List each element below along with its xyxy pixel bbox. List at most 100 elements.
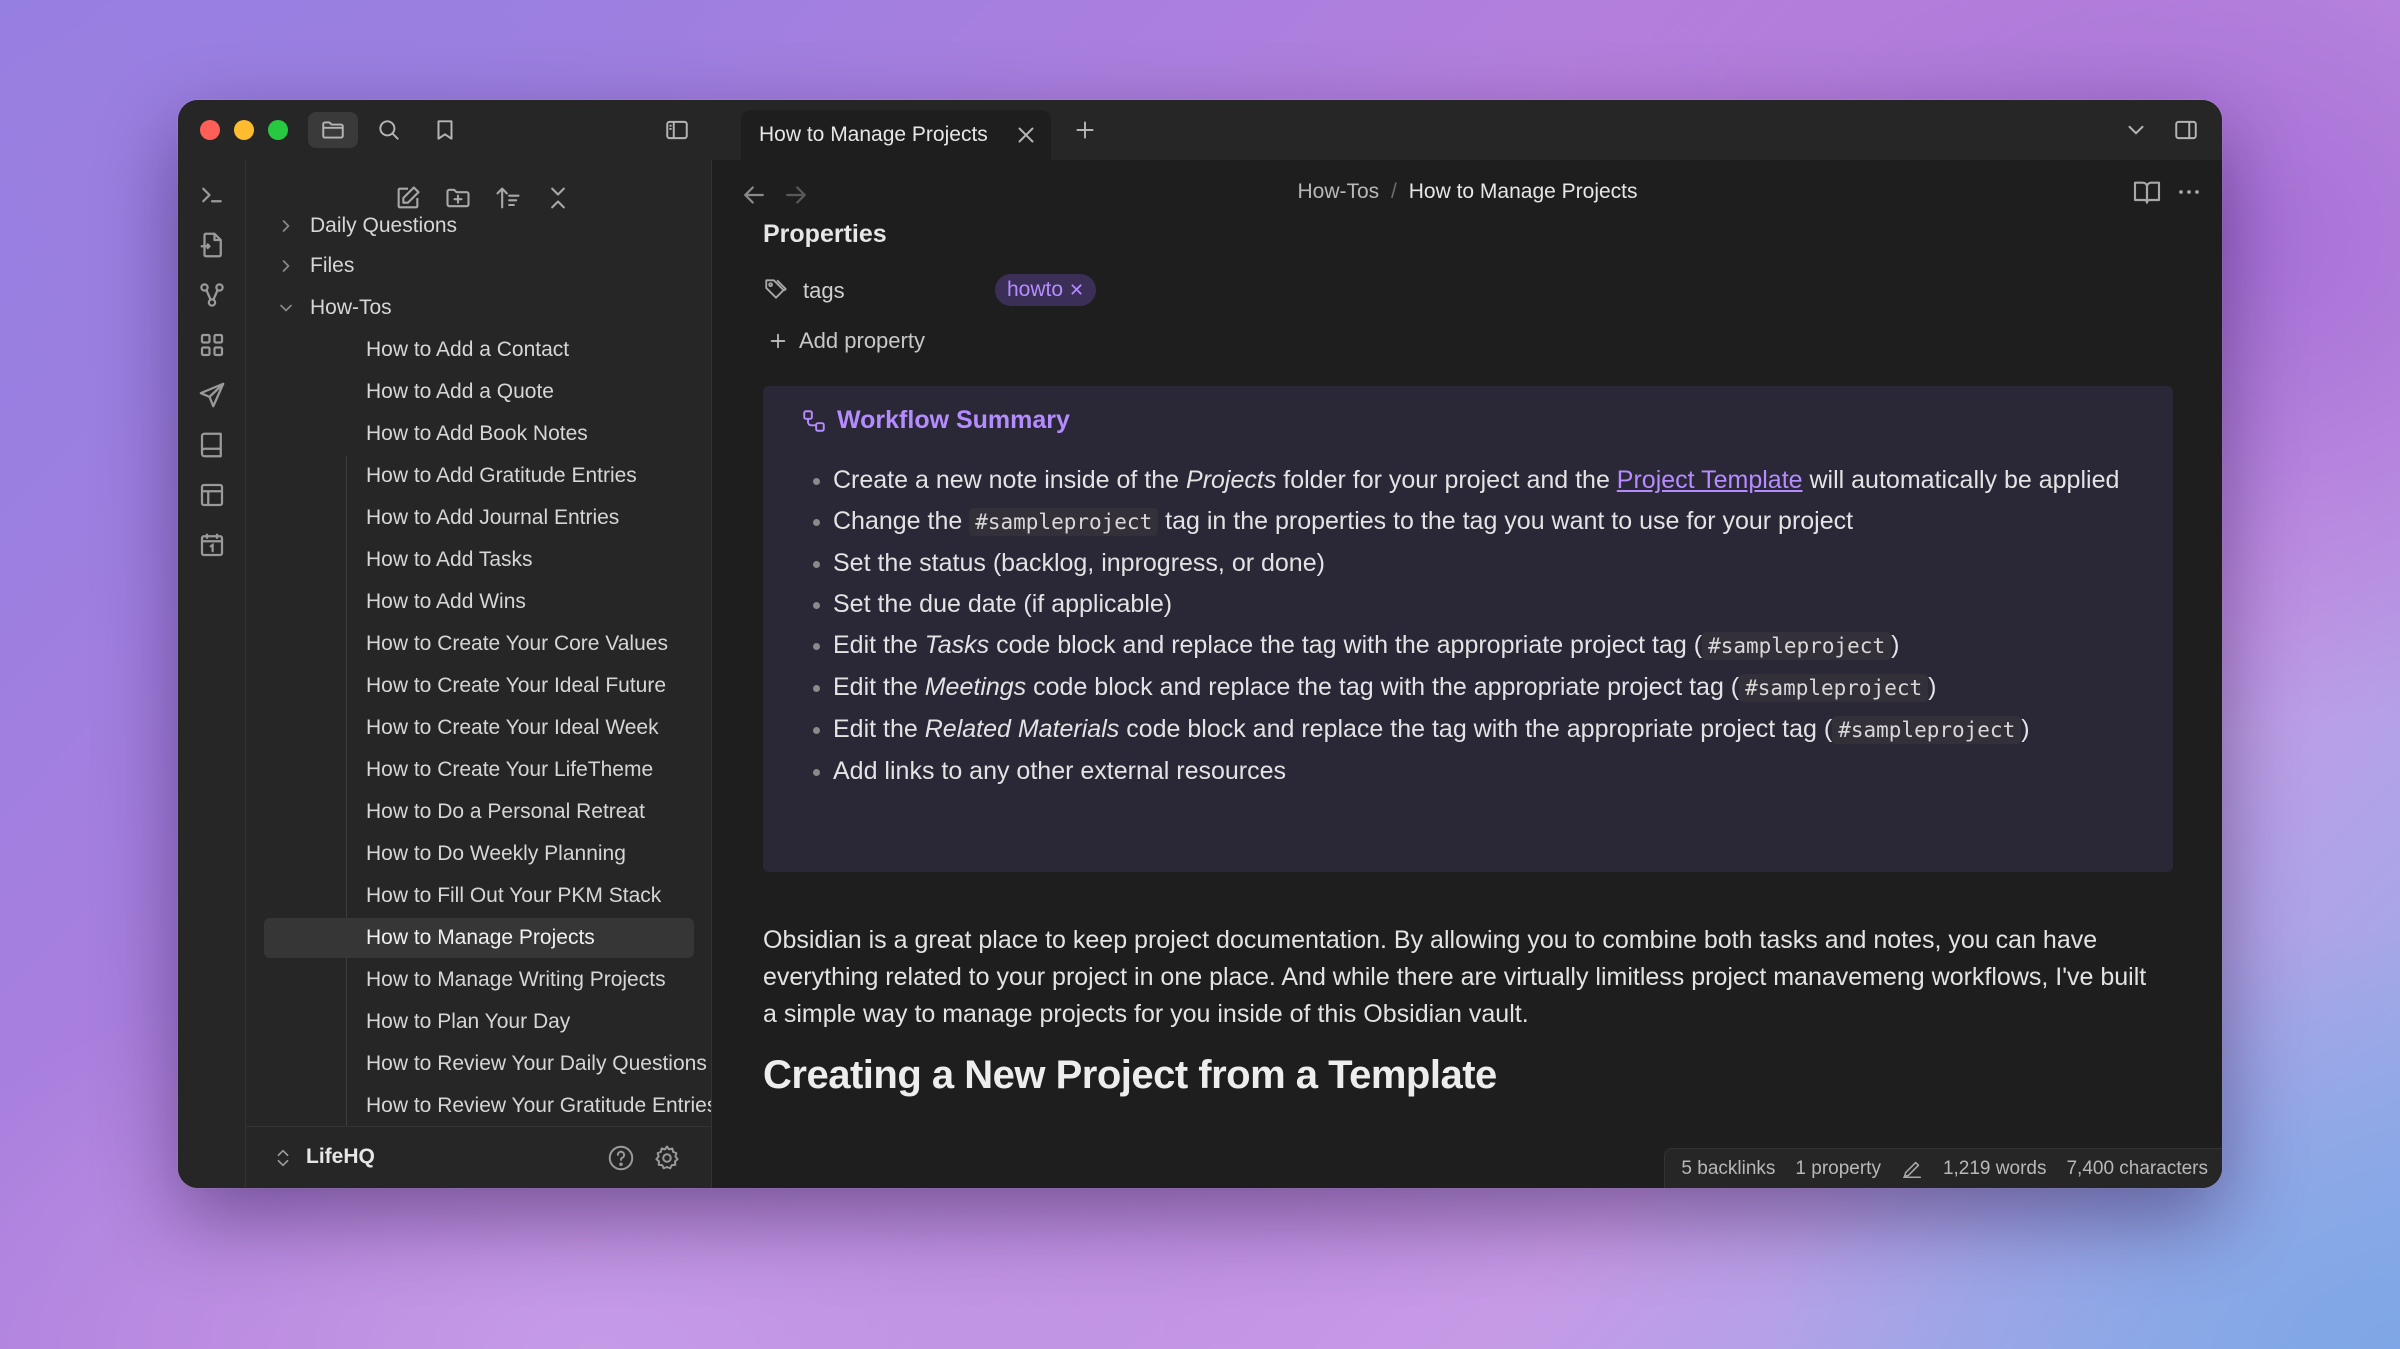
tag-pill[interactable]: howto ✕ <box>995 274 1097 306</box>
editor-pane: How-Tos / How to Manage Projects Propert… <box>713 160 2222 1188</box>
calendar-icon[interactable] <box>197 530 227 560</box>
breadcrumb: How-Tos / How to Manage Projects <box>713 180 2222 204</box>
bookmark-icon[interactable] <box>420 112 470 148</box>
intro-paragraph: Obsidian is a great place to keep projec… <box>763 926 2147 1028</box>
section-heading: Creating a New Project from a Template <box>763 1053 1497 1097</box>
dashboard-grid-icon[interactable] <box>197 330 227 360</box>
property-tags-row: tags howto ✕ <box>763 272 1363 308</box>
file-label: How to Do Weekly Planning <box>366 842 626 865</box>
remove-tag-icon[interactable]: ✕ <box>1069 280 1084 301</box>
file-item[interactable]: How to Fill Out Your PKM Stack <box>366 876 711 916</box>
file-label: How to Add a Contact <box>366 338 570 361</box>
app-window: How to Manage Projects Daily Questions F… <box>178 100 2222 1188</box>
list-item: Edit the Meetings code block and replace… <box>813 669 2143 707</box>
breadcrumb-current[interactable]: How to Manage Projects <box>1409 180 1638 203</box>
chevron-right-icon <box>282 260 290 272</box>
vault-bar: LifeHQ <box>246 1126 711 1188</box>
file-item[interactable]: How to Plan Your Day <box>366 1002 711 1042</box>
tab-list-chevron-down-icon[interactable] <box>2111 112 2161 148</box>
file-item[interactable]: How to Add Journal Entries <box>366 498 711 538</box>
list-item: Set the status (backlog, inprogress, or … <box>813 545 2143 582</box>
file-label: How to Add Book Notes <box>366 422 588 445</box>
tags-icon[interactable] <box>763 276 789 302</box>
file-item[interactable]: How to Review Your Daily Questions <box>366 1044 711 1084</box>
terminal-icon[interactable] <box>197 180 227 210</box>
toggle-left-sidebar-icon[interactable] <box>652 112 702 148</box>
folder-how-tos[interactable]: How-Tos <box>276 288 392 328</box>
file-label: How to Create Your Ideal Week <box>366 716 659 739</box>
file-item[interactable]: How to Add a Contact <box>366 330 711 370</box>
add-property-label: Add property <box>799 328 925 353</box>
reading-view-book-icon[interactable] <box>2131 176 2163 208</box>
file-item-active[interactable]: How to Manage Projects <box>264 918 694 958</box>
file-item[interactable]: How to Do Weekly Planning <box>366 834 711 874</box>
file-label: How to Manage Projects <box>366 926 595 949</box>
callout-title-text: Workflow Summary <box>837 406 1070 434</box>
file-item[interactable]: How to Add a Quote <box>366 372 711 412</box>
file-label: How to Fill Out Your PKM Stack <box>366 884 662 907</box>
note-content: Properties tags howto ✕ Add property Wor… <box>763 220 2183 1188</box>
file-item[interactable]: How to Create Your Ideal Week <box>366 708 711 748</box>
maximize-window-button[interactable] <box>268 120 288 140</box>
close-window-button[interactable] <box>200 120 220 140</box>
properties-count[interactable]: 1 property <box>1795 1158 1881 1180</box>
files-folder-icon[interactable] <box>308 112 358 148</box>
file-item[interactable]: How to Review Your Gratitude Entries <box>366 1086 711 1126</box>
collapse-all-icon[interactable] <box>538 178 578 218</box>
file-item[interactable]: How to Add Book Notes <box>366 414 711 454</box>
help-icon[interactable] <box>606 1143 636 1173</box>
open-file-icon[interactable] <box>197 230 227 260</box>
settings-gear-icon[interactable] <box>652 1143 682 1173</box>
file-item[interactable]: How to Manage Writing Projects <box>366 960 711 1000</box>
title-bar: How to Manage Projects <box>178 100 2222 160</box>
folder-files[interactable]: Files <box>276 246 354 286</box>
file-label: How to Review Your Daily Questions <box>366 1052 707 1075</box>
edit-mode-pencil-icon[interactable] <box>1901 1158 1923 1180</box>
project-template-link[interactable]: Project Template <box>1617 466 1803 494</box>
workflow-icon <box>803 409 825 432</box>
property-key[interactable]: tags <box>803 278 845 304</box>
list-item: Create a new note inside of the Projects… <box>813 462 2143 499</box>
vault-switcher-chevrons-icon[interactable] <box>272 1146 294 1170</box>
file-label: How to Add Journal Entries <box>366 506 620 529</box>
graph-view-icon[interactable] <box>197 280 227 310</box>
vault-name[interactable]: LifeHQ <box>306 1145 375 1169</box>
search-icon[interactable] <box>364 112 414 148</box>
list-item: Add links to any other external resource… <box>813 753 2143 790</box>
properties-heading[interactable]: Properties <box>763 220 887 249</box>
file-label: How to Do a Personal Retreat <box>366 800 645 823</box>
folder-daily-questions[interactable]: Daily Questions <box>276 206 457 246</box>
plus-icon <box>770 333 786 349</box>
sort-icon[interactable] <box>488 178 528 218</box>
send-icon[interactable] <box>197 380 227 410</box>
file-label: How to Create Your Ideal Future <box>366 674 667 697</box>
chevron-down-icon <box>280 304 292 312</box>
inline-code: #sampleproject <box>1832 716 2022 744</box>
file-item[interactable]: How to Create Your Ideal Future <box>366 666 711 706</box>
book-icon[interactable] <box>197 430 227 460</box>
file-item[interactable]: How to Do a Personal Retreat <box>366 792 711 832</box>
tree-indent-guide <box>346 456 347 1188</box>
add-property-button[interactable]: Add property <box>767 328 925 354</box>
new-tab-icon[interactable] <box>1060 112 1110 148</box>
tab-close-icon[interactable] <box>1013 122 1039 148</box>
file-item[interactable]: How to Add Wins <box>366 582 711 622</box>
file-label: How to Add Gratitude Entries <box>366 464 637 487</box>
breadcrumb-parent[interactable]: How-Tos <box>1298 180 1380 203</box>
workflow-list: Create a new note inside of the Projects… <box>813 462 2143 794</box>
file-label: How to Add Wins <box>366 590 526 613</box>
file-item[interactable]: How to Create Your Core Values <box>366 624 711 664</box>
file-item[interactable]: How to Create Your LifeTheme <box>366 750 711 790</box>
backlinks-count[interactable]: 5 backlinks <box>1681 1158 1775 1180</box>
list-item: Edit the Related Materials code block an… <box>813 711 2143 749</box>
more-options-icon[interactable] <box>2173 176 2205 208</box>
chevron-right-icon <box>282 220 290 232</box>
callout-title[interactable]: Workflow Summary <box>801 406 1070 435</box>
file-item[interactable]: How to Add Gratitude Entries <box>366 456 711 496</box>
tab-how-to-manage-projects[interactable]: How to Manage Projects <box>741 110 1051 160</box>
layout-icon[interactable] <box>197 480 227 510</box>
minimize-window-button[interactable] <box>234 120 254 140</box>
toggle-right-sidebar-icon[interactable] <box>2161 112 2211 148</box>
breadcrumb-separator: / <box>1391 180 1397 203</box>
file-item[interactable]: How to Add Tasks <box>366 540 711 580</box>
